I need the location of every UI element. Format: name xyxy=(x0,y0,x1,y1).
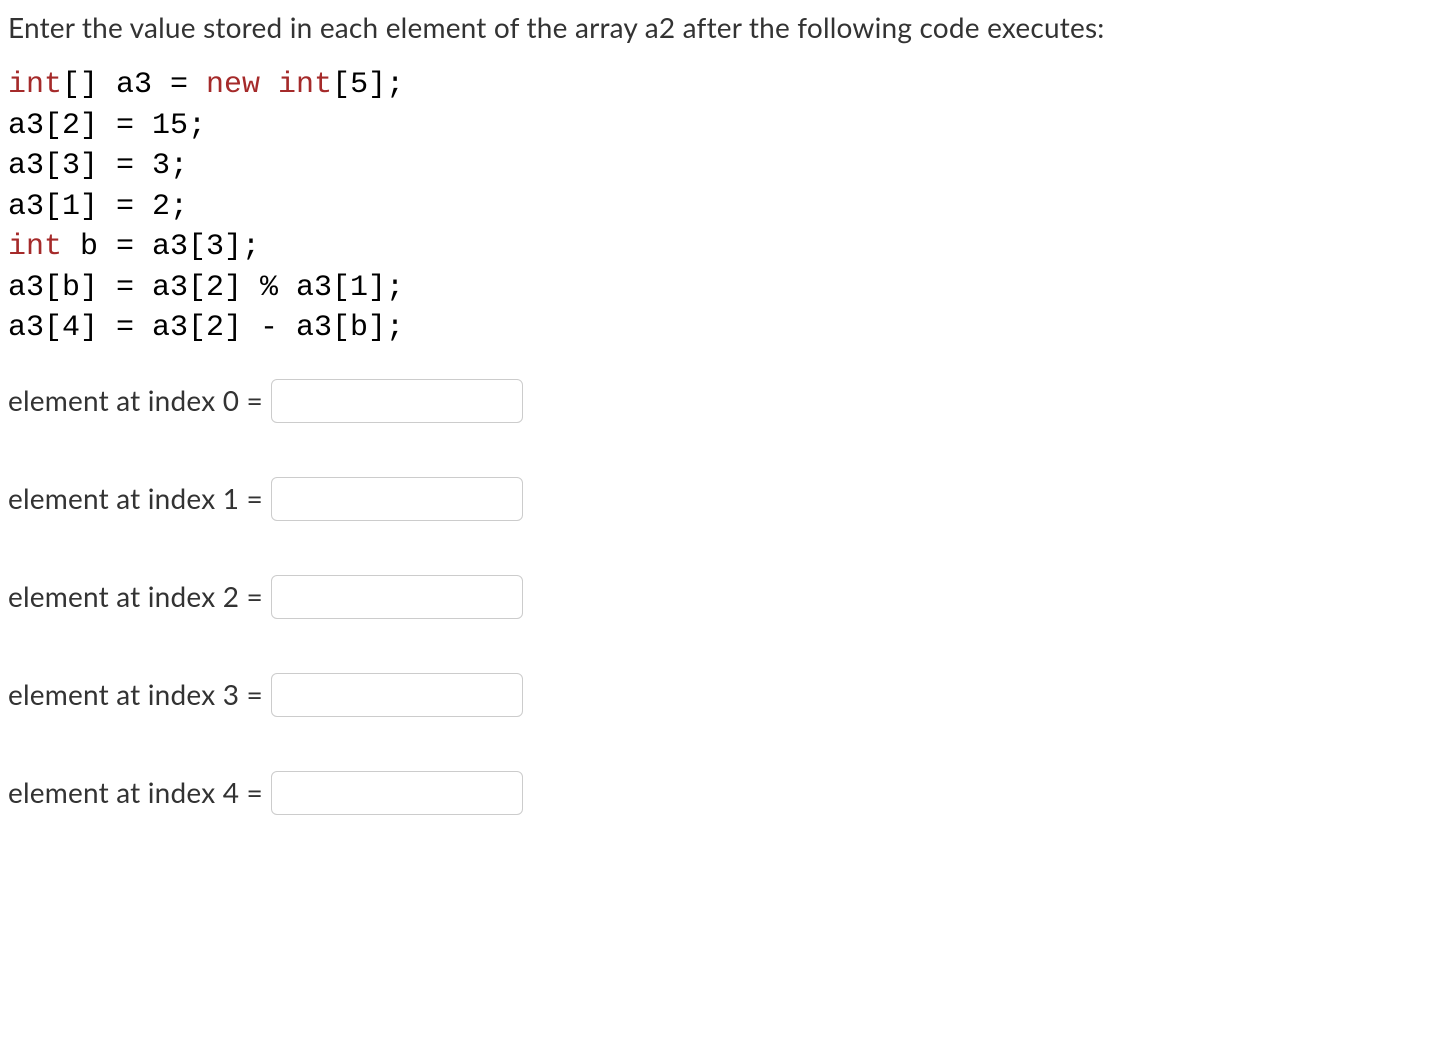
code-text: a3[b] = a3[2] % a3[1]; xyxy=(8,271,404,305)
answer-input-index-4[interactable] xyxy=(271,771,523,815)
answer-label: element at index 2 = xyxy=(8,577,263,616)
answer-input-index-0[interactable] xyxy=(271,379,523,423)
answer-row-2: element at index 2 = xyxy=(8,575,1438,619)
code-text: a3[4] = a3[2] - a3[b]; xyxy=(8,311,404,345)
answer-input-index-2[interactable] xyxy=(271,575,523,619)
code-text: [] a3 = xyxy=(62,68,206,102)
answer-row-3: element at index 3 = xyxy=(8,673,1438,717)
code-text: a3[2] = 15; xyxy=(8,109,206,143)
answer-label: element at index 4 = xyxy=(8,773,263,812)
question-prompt: Enter the value stored in each element o… xyxy=(8,8,1438,47)
keyword-int: int xyxy=(8,230,62,264)
answer-row-0: element at index 0 = xyxy=(8,379,1438,423)
answer-label: element at index 3 = xyxy=(8,675,263,714)
answer-input-index-1[interactable] xyxy=(271,477,523,521)
code-text: b = a3[3]; xyxy=(62,230,260,264)
answer-row-1: element at index 1 = xyxy=(8,477,1438,521)
code-block: int[] a3 = new int[5]; a3[2] = 15; a3[3]… xyxy=(8,65,1438,349)
keyword-int: int xyxy=(8,68,62,102)
code-text: [5]; xyxy=(332,68,404,102)
answer-label: element at index 0 = xyxy=(8,381,263,420)
answer-input-index-3[interactable] xyxy=(271,673,523,717)
answer-label: element at index 1 = xyxy=(8,479,263,518)
code-text: a3[1] = 2; xyxy=(8,190,188,224)
answer-row-4: element at index 4 = xyxy=(8,771,1438,815)
code-text: a3[3] = 3; xyxy=(8,149,188,183)
keyword-new-int: new int xyxy=(206,68,332,102)
